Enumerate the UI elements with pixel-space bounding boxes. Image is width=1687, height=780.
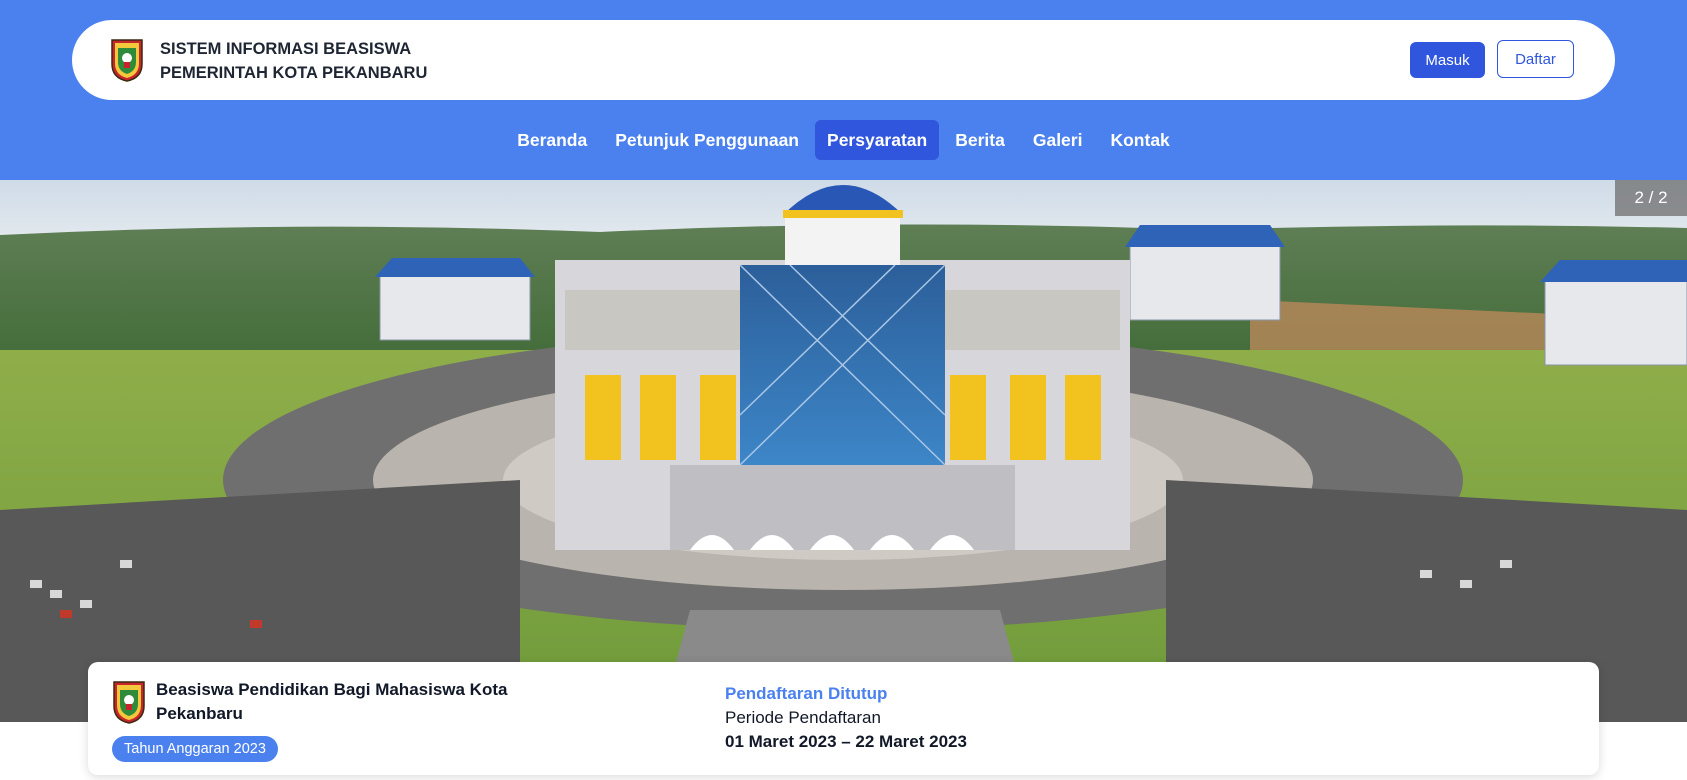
site-brand[interactable]: SISTEM INFORMASI BEASISWA PEMERINTAH KOT… (160, 37, 427, 85)
city-emblem-icon (113, 681, 145, 724)
brand-line-1: SISTEM INFORMASI BEASISWA (160, 40, 412, 58)
program-title: Beasiswa Pendidikan Bagi Mahasiswa Kota … (156, 680, 508, 723)
nav-item-petunjuk-penggunaan[interactable]: Petunjuk Penggunaan (603, 120, 811, 160)
scholarship-card[interactable]: Beasiswa Pendidikan Bagi Mahasiswa Kota … (88, 662, 1599, 775)
slide-counter: 2 / 2 (1615, 180, 1687, 216)
budget-year-badge: Tahun Anggaran 2023 (112, 736, 278, 762)
top-banner: SISTEM INFORMASI BEASISWA PEMERINTAH KOT… (0, 0, 1687, 180)
main-nav: Beranda Petunjuk Penggunaan Persyaratan … (0, 120, 1687, 160)
login-button[interactable]: Masuk (1410, 42, 1485, 78)
city-emblem-icon (111, 39, 143, 82)
nav-item-persyaratan[interactable]: Persyaratan (815, 120, 940, 160)
nav-item-kontak[interactable]: Kontak (1098, 120, 1181, 160)
registration-status: Pendaftaran Ditutup (725, 684, 888, 703)
nav-item-beranda[interactable]: Beranda (505, 120, 599, 160)
period-dates: 01 Maret 2023 – 22 Maret 2023 (725, 732, 967, 751)
nav-item-galeri[interactable]: Galeri (1021, 120, 1095, 160)
government-building-photo (0, 180, 1687, 722)
header-card: SISTEM INFORMASI BEASISWA PEMERINTAH KOT… (72, 20, 1615, 100)
hero-slide-image[interactable] (0, 180, 1687, 722)
nav-item-berita[interactable]: Berita (943, 120, 1017, 160)
brand-line-2: PEMERINTAH KOTA PEKANBARU (160, 64, 428, 82)
period-label: Periode Pendaftaran (725, 708, 881, 727)
register-button[interactable]: Daftar (1497, 40, 1574, 78)
